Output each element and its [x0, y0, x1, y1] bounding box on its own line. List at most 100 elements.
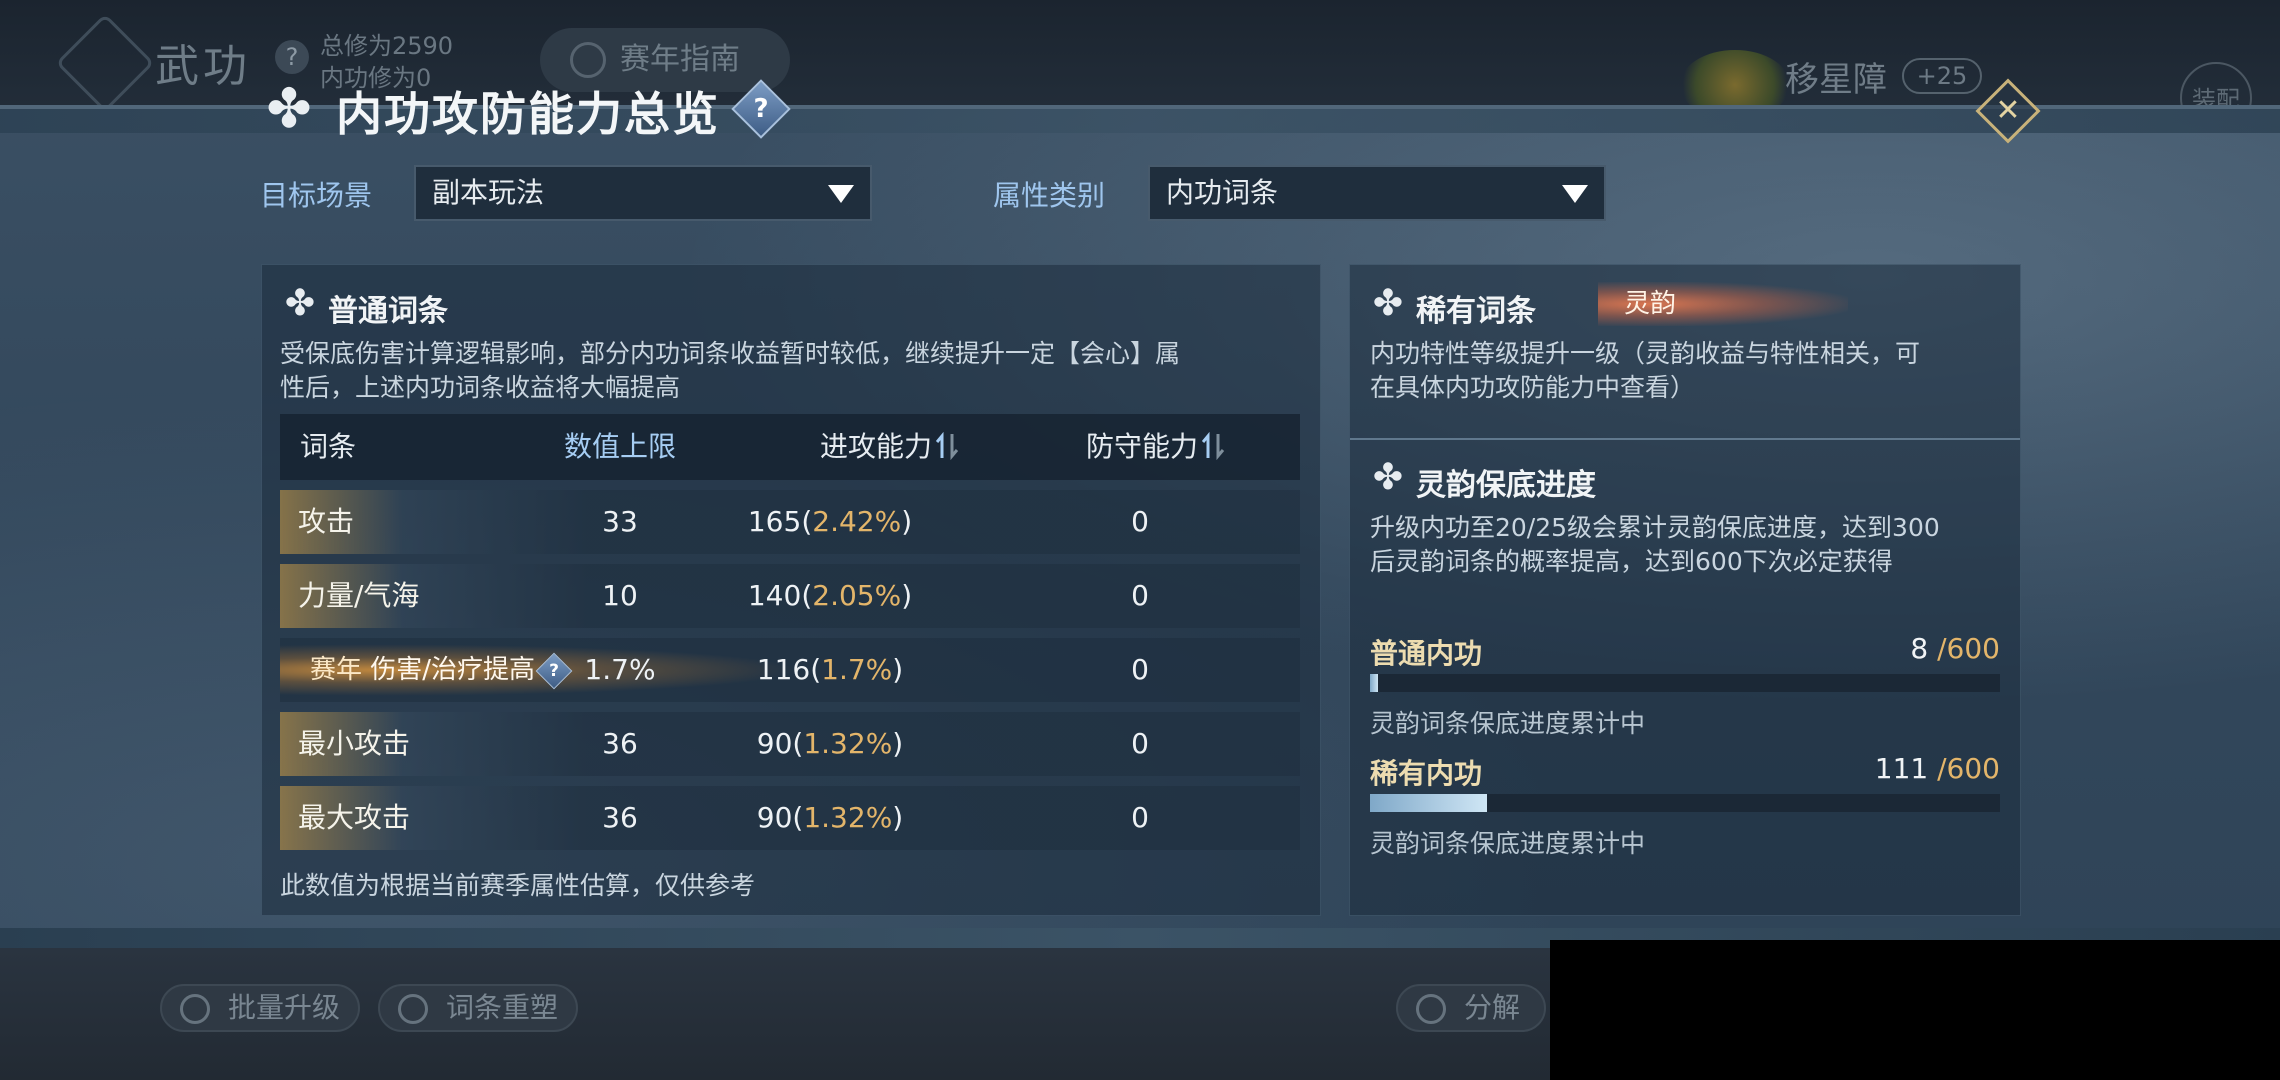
decompose-icon — [1416, 994, 1446, 1024]
target-scene-dropdown[interactable]: 副本玩法 — [414, 165, 872, 221]
decompose-button[interactable]: 分解 — [1396, 984, 1546, 1032]
normal-progress-fill — [1370, 674, 1379, 692]
affix-cap: 33 — [602, 505, 638, 538]
section-title: 武功 — [155, 41, 251, 92]
upgrade-arrows-icon — [180, 994, 210, 1024]
rare-inner-count: 111 /600 — [1800, 752, 2000, 785]
table-row: 最小攻击 36 90(1.32%) 0 — [280, 712, 1300, 776]
pity-progress-title: 灵韵保底进度 — [1416, 468, 1596, 503]
divider — [1350, 438, 2020, 440]
pinwheel-icon: ✤ — [1372, 457, 1404, 498]
affix-defense: 0 — [1131, 579, 1149, 612]
normal-progress-note: 灵韵词条保底进度累计中 — [1370, 709, 1646, 738]
chevron-down-icon — [1562, 185, 1588, 203]
normal-progress-track — [1370, 674, 2000, 692]
season-affix-name: 赛年 伤害/治疗提高? — [310, 638, 573, 702]
normal-current: 8 — [1910, 632, 1929, 665]
lingyun-label: 灵韵 — [1624, 289, 1677, 319]
affix-name: 伤害/治疗提高 — [370, 655, 536, 685]
modal-title: 内功攻防能力总览 — [336, 87, 720, 141]
chevron-down-icon — [828, 185, 854, 203]
rare-progress-fill — [1370, 794, 1487, 812]
common-affix-desc-1: 受保底伤害计算逻辑影响，部分内功词条收益暂时较低，继续提升一定【会心】属 — [280, 339, 1181, 368]
common-affix-title: 普通词条 — [328, 294, 448, 329]
attribute-type-value: 内功词条 — [1166, 176, 1279, 209]
normal-inner-label: 普通内功 — [1370, 637, 1483, 670]
normal-inner-count: 8 /600 — [1800, 632, 2000, 665]
affix-name: 最小攻击 — [298, 727, 411, 760]
col-affix: 词条 — [300, 430, 357, 463]
attack-value: 116 — [756, 653, 811, 686]
table-row: 力量/气海 10 140(2.05%) 0 — [280, 564, 1300, 628]
attack-value: 165 — [747, 505, 802, 538]
table-row: 最大攻击 36 90(1.32%) 0 — [280, 786, 1300, 850]
rare-affix-title: 稀有词条 — [1416, 294, 1536, 329]
affix-attack: 165(2.42%) — [747, 505, 913, 538]
affix-cap: 36 — [602, 801, 638, 834]
occlusion-block — [1550, 940, 2280, 1080]
common-affix-desc-2: 性后，上述内功词条收益将大幅提高 — [280, 373, 681, 402]
reshape-button[interactable]: 词条重塑 — [378, 984, 578, 1032]
affix-defense: 0 — [1131, 801, 1149, 834]
reshape-label: 词条重塑 — [446, 991, 559, 1024]
batch-upgrade-label: 批量升级 — [228, 991, 341, 1024]
pity-desc-2: 后灵韵词条的概率提高，达到600下次必定获得 — [1370, 547, 1893, 576]
affix-attack: 90(1.32%) — [756, 727, 904, 760]
refresh-icon — [398, 994, 428, 1024]
rare-progress-track — [1370, 794, 2000, 812]
rare-current: 111 — [1874, 752, 1929, 785]
rare-max: /600 — [1937, 752, 2000, 785]
attribute-type-label: 属性类别 — [993, 179, 1106, 212]
affix-defense: 0 — [1131, 727, 1149, 760]
rare-affix-desc-1: 内功特性等级提升一级（灵韵收益与特性相关，可 — [1370, 339, 1921, 368]
attack-pct: 1.32% — [803, 801, 893, 834]
pinwheel-emblem-icon: ✤ — [266, 77, 312, 140]
character-name: 移星障 — [1785, 60, 1887, 100]
target-scene-value: 副本玩法 — [432, 176, 545, 209]
character-bonus: +25 — [1902, 58, 1982, 94]
col-attack-sort[interactable]: 进攻能力 — [820, 414, 960, 480]
sort-icon — [936, 432, 959, 460]
sort-icon — [1202, 432, 1225, 460]
pinwheel-icon: ✤ — [284, 283, 316, 324]
lingyun-badge: 灵韵 — [1598, 282, 1848, 326]
pinwheel-icon: ✤ — [1372, 283, 1404, 324]
affix-attack: 140(2.05%) — [747, 579, 913, 612]
affix-name: 力量/气海 — [298, 579, 420, 612]
search-icon — [570, 42, 606, 78]
attack-value: 140 — [747, 579, 802, 612]
attack-value: 90 — [756, 801, 793, 834]
affix-cap: 1.7% — [584, 653, 656, 686]
close-icon: ✕ — [1995, 93, 2021, 128]
decompose-label: 分解 — [1464, 991, 1521, 1024]
rare-inner-label: 稀有内功 — [1370, 757, 1483, 790]
col-cap: 数值上限 — [563, 430, 676, 463]
normal-max: /600 — [1937, 632, 2000, 665]
attribute-type-dropdown[interactable]: 内功词条 — [1148, 165, 1606, 221]
attack-pct: 2.05% — [812, 579, 902, 612]
col-defense-sort[interactable]: 防守能力 — [1086, 414, 1226, 480]
table-row: 攻击 33 165(2.42%) 0 — [280, 490, 1300, 554]
attack-value: 90 — [756, 727, 793, 760]
batch-upgrade-button[interactable]: 批量升级 — [160, 984, 360, 1032]
attack-pct: 2.42% — [812, 505, 902, 538]
affix-attack: 90(1.32%) — [756, 801, 904, 834]
affix-attack: 116(1.7%) — [756, 653, 904, 686]
affix-cap: 10 — [602, 579, 638, 612]
affix-table-header: 词条 数值上限 进攻能力 防守能力 — [280, 414, 1300, 480]
season-guide-label: 赛年指南 — [620, 42, 740, 77]
pity-desc-1: 升级内功至20/25级会累计灵韵保底进度，达到300 — [1370, 513, 1940, 542]
target-scene-label: 目标场景 — [260, 179, 373, 212]
attack-pct: 1.7% — [821, 653, 893, 686]
affix-name: 攻击 — [298, 505, 355, 538]
estimate-footnote: 此数值为根据当前赛季属性估算，仅供参考 — [280, 871, 756, 900]
affix-defense: 0 — [1131, 505, 1149, 538]
help-icon[interactable]: ? — [275, 40, 309, 74]
col-defense: 防守能力 — [1086, 430, 1199, 463]
table-row: 赛年 伤害/治疗提高? 1.7% 116(1.7%) 0 — [280, 638, 1300, 702]
rare-affix-desc-2: 在具体内功攻防能力中查看） — [1370, 373, 1696, 402]
question-icon: ? — [753, 94, 769, 124]
affix-defense: 0 — [1131, 653, 1149, 686]
affix-name: 最大攻击 — [298, 801, 411, 834]
col-attack: 进攻能力 — [820, 430, 933, 463]
